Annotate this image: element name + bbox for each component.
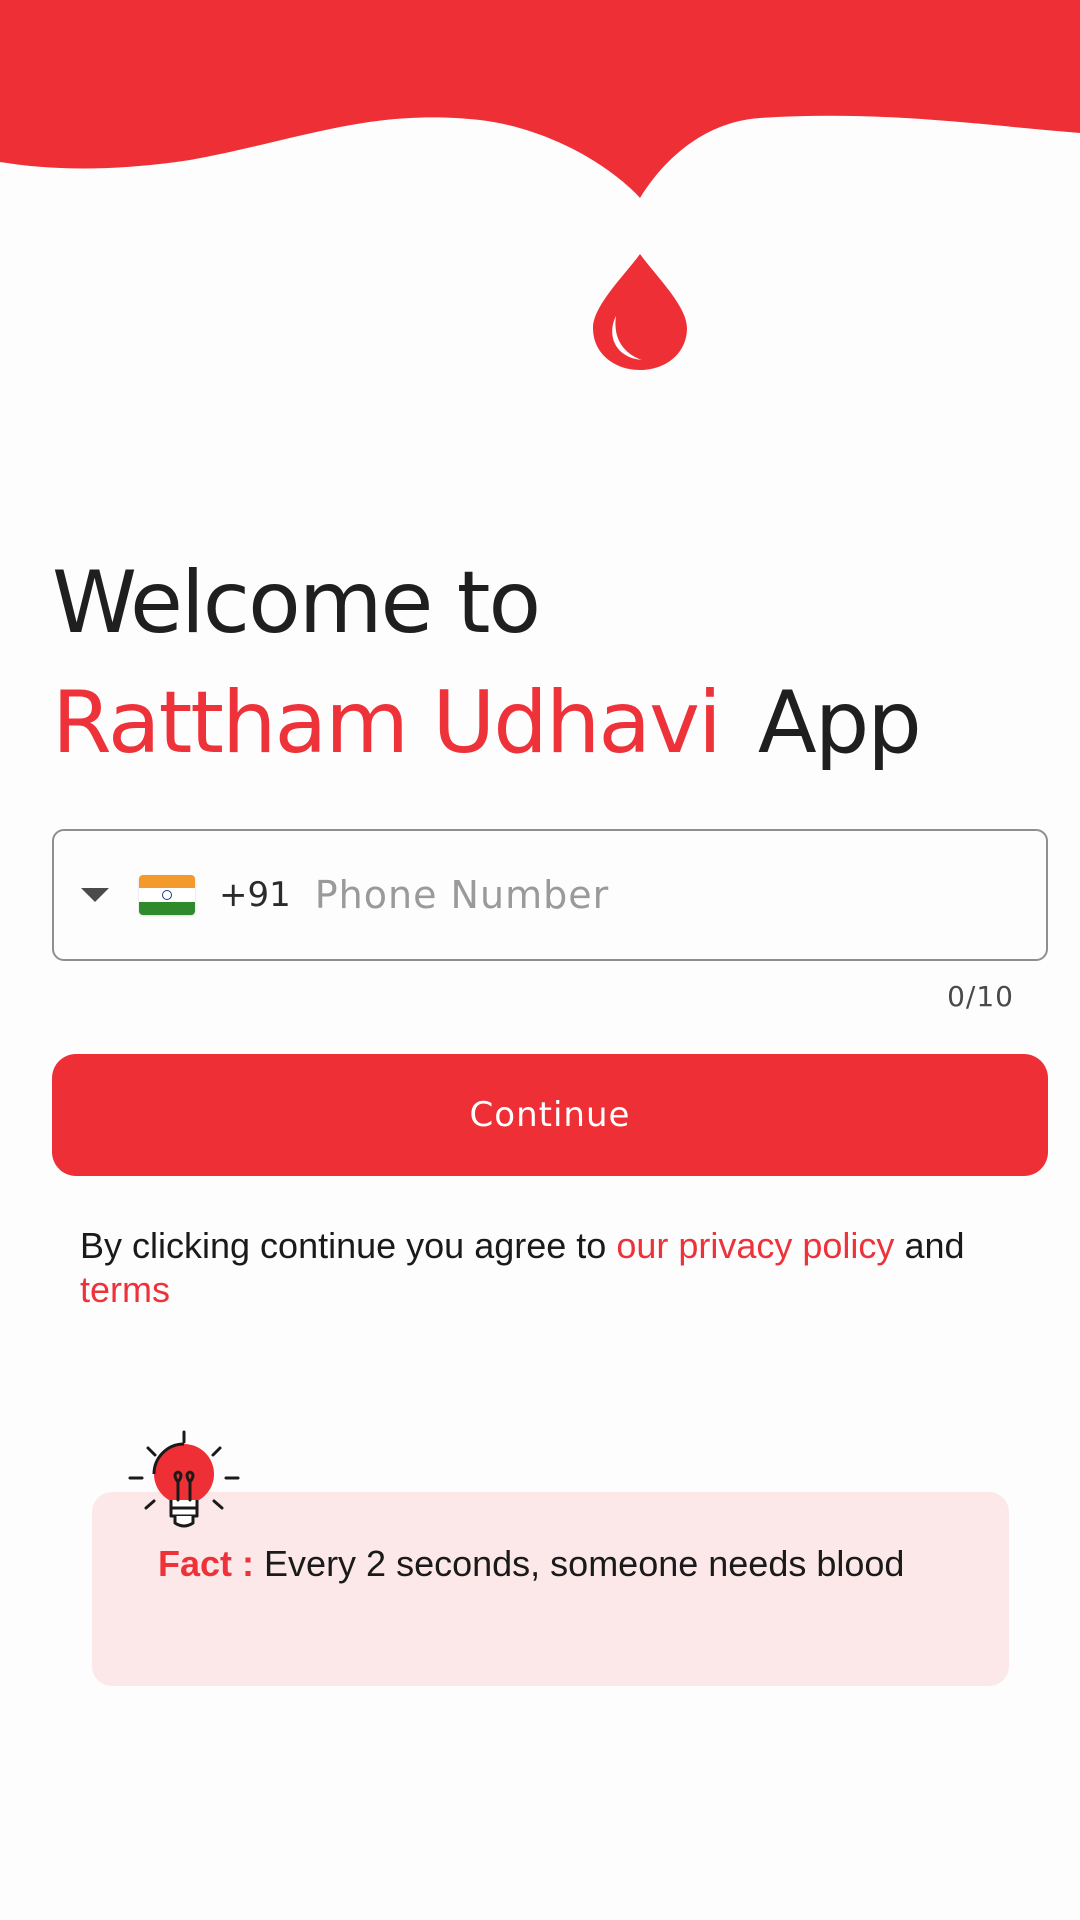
blood-drop-icon xyxy=(593,254,687,370)
phone-number-input[interactable] xyxy=(312,872,1017,918)
privacy-policy-link[interactable]: our privacy policy xyxy=(616,1225,894,1266)
welcome-heading: Welcome to xyxy=(52,553,541,653)
character-counter: 0/10 xyxy=(947,980,1014,1013)
fact-text: Fact : Every 2 seconds, someone needs bl… xyxy=(158,1542,918,1586)
brand-name: Rattham Udhavi xyxy=(52,673,722,773)
app-name-heading: Rattham Udhavi App xyxy=(52,680,922,766)
phone-field: +91 xyxy=(52,829,1048,961)
fact-label: Fact : xyxy=(158,1543,255,1584)
india-flag-icon[interactable] xyxy=(139,875,195,915)
caret-down-icon[interactable] xyxy=(81,888,109,902)
agreement-prefix: By clicking continue you agree to xyxy=(80,1225,607,1266)
country-code: +91 xyxy=(219,875,291,915)
lightbulb-icon xyxy=(128,1430,240,1528)
agreement-text: By clicking continue you agree to our pr… xyxy=(80,1224,1020,1312)
continue-button[interactable]: Continue xyxy=(52,1054,1048,1176)
header-wave xyxy=(0,0,1080,198)
terms-link[interactable]: terms xyxy=(80,1269,170,1310)
agreement-conjunction: and xyxy=(904,1225,965,1266)
app-label: App xyxy=(757,673,922,773)
fact-body: Every 2 seconds, someone needs blood xyxy=(264,1543,905,1584)
